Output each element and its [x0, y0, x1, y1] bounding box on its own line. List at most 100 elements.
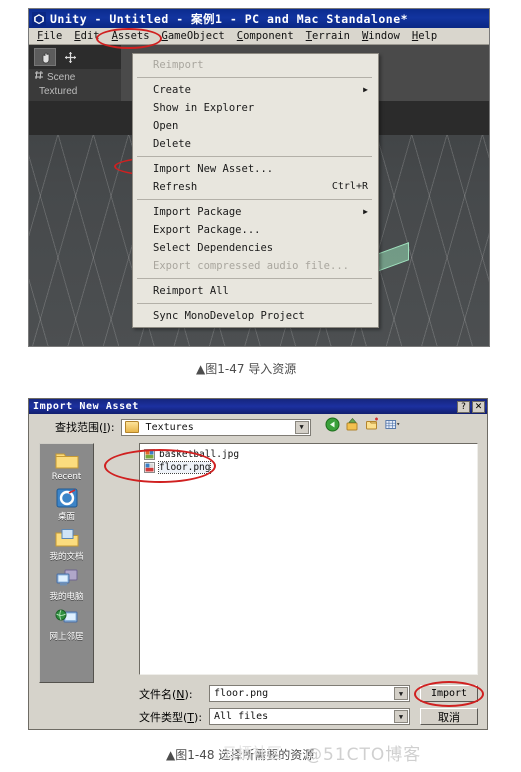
menu-item-reimport-all[interactable]: Reimport All — [133, 282, 378, 300]
import-button[interactable]: Import — [420, 685, 478, 702]
file-type-label: 文件类型(T): — [139, 710, 203, 724]
place-label: 我的电脑 — [49, 592, 84, 602]
menu-window[interactable]: Window — [362, 30, 400, 42]
hand-tool-icon[interactable] — [34, 48, 56, 66]
menu-separator — [137, 278, 372, 279]
menu-gameobject[interactable]: GameObject — [162, 30, 225, 42]
scene-tab-bar: Scene Textured — [29, 69, 121, 101]
back-icon[interactable] — [325, 417, 340, 432]
menu-item-import-new-asset[interactable]: Import New Asset... — [133, 160, 378, 178]
menu-item-label: Delete — [153, 138, 191, 150]
chevron-down-icon[interactable]: ▼ — [394, 687, 408, 700]
menu-assets-label: ssets — [117, 30, 150, 42]
menu-item-label: Reimport — [153, 59, 204, 71]
file-name-label: 文件名(N): — [139, 687, 193, 701]
menu-item-reimport: Reimport — [133, 56, 378, 74]
scene-tool-toolbar — [29, 45, 121, 69]
place-label: 桌面 — [57, 512, 75, 522]
place-item-network-places[interactable]: 网上邻居 — [40, 606, 93, 642]
list-item[interactable]: floor.png — [144, 461, 477, 474]
menu-file-label: ile — [43, 30, 63, 42]
menu-item-label: Open — [153, 120, 179, 132]
file-list[interactable]: basketball.jpg floor.png — [139, 443, 478, 675]
menu-item-label: Show in Explorer — [153, 102, 255, 114]
place-item-my-documents[interactable]: 我的文档 — [40, 526, 93, 562]
dialog-title: Import New Asset — [33, 401, 139, 412]
unity-title-bar: Unity - Untitled - 案例1 - PC and Mac Stan… — [29, 9, 489, 28]
file-name-value: floor.png — [214, 688, 269, 699]
look-in-row: 查找范围(I): Textures ▼ — [29, 414, 487, 440]
menu-item-label: Export compressed audio file... — [153, 260, 349, 272]
menu-item-export-package[interactable]: Export Package... — [133, 221, 378, 239]
assets-dropdown-menu[interactable]: Reimport Create ▶ Show in Explorer Open Delet… — [132, 53, 379, 328]
unity-logo-icon — [32, 11, 46, 26]
menu-separator — [137, 303, 372, 304]
file-name: floor.png — [157, 461, 212, 474]
menu-item-open[interactable]: Open — [133, 117, 378, 135]
png-file-icon — [144, 462, 155, 473]
network-places-icon — [54, 606, 80, 630]
watermark-left: 云栖社区 — [222, 744, 283, 762]
move-tool-icon[interactable] — [59, 48, 81, 66]
submenu-arrow-icon: ▶ — [363, 85, 368, 94]
menu-item-label: Select Dependencies — [153, 242, 274, 254]
menu-edit-label: dit — [80, 30, 100, 42]
place-label: 我的文档 — [49, 552, 84, 562]
dialog-title-bar: Import New Asset ? ✕ — [29, 399, 487, 414]
menu-item-label: Refresh — [153, 181, 198, 193]
menu-item-create[interactable]: Create ▶ — [133, 81, 378, 99]
look-in-combobox[interactable]: Textures ▼ — [120, 418, 311, 436]
menu-item-label: Sync MonoDevelop Project — [153, 310, 305, 322]
menu-help[interactable]: Help — [412, 30, 437, 42]
file-type-value: All files — [214, 711, 269, 722]
menu-item-refresh[interactable]: Refresh Ctrl+R — [133, 178, 378, 196]
look-in-value: Textures — [145, 421, 194, 433]
menu-item-label: Reimport All — [153, 285, 229, 297]
menu-item-label: Export Package... — [153, 224, 261, 236]
place-item-desktop[interactable]: 桌面 — [40, 486, 93, 522]
menu-item-select-dependencies[interactable]: Select Dependencies — [133, 239, 378, 257]
look-in-label: 查找范围(I): — [55, 421, 115, 434]
chevron-down-icon[interactable]: ▼ — [294, 420, 309, 434]
recent-folder-icon — [54, 448, 80, 472]
desktop-icon — [54, 486, 80, 510]
menu-window-label: indow — [368, 30, 400, 42]
jpg-file-icon — [144, 449, 155, 460]
place-label: Recent — [51, 472, 82, 482]
unity-editor-window: Unity - Untitled - 案例1 - PC and Mac Stan… — [28, 8, 490, 347]
up-one-level-icon[interactable] — [345, 417, 360, 432]
folder-icon — [124, 421, 139, 433]
menu-file[interactable]: File — [37, 30, 62, 42]
menu-gameobject-label: ameObject — [167, 30, 225, 42]
shading-mode-label[interactable]: Textured — [39, 85, 77, 99]
file-type-combobox[interactable]: All files ▼ — [209, 708, 410, 725]
file-name: basketball.jpg — [159, 449, 240, 460]
menu-item-show-in-explorer[interactable]: Show in Explorer — [133, 99, 378, 117]
place-item-my-computer[interactable]: 我的电脑 — [40, 566, 93, 602]
menu-item-sync-monodevelop-project[interactable]: Sync MonoDevelop Project — [133, 307, 378, 325]
menu-component-label: omponent — [243, 30, 294, 42]
close-icon[interactable]: ✕ — [472, 400, 485, 413]
submenu-arrow-icon: ▶ — [363, 207, 368, 216]
chevron-down-icon[interactable]: ▼ — [394, 710, 408, 723]
menu-assets[interactable]: Assets — [112, 30, 150, 42]
menu-item-import-package[interactable]: Import Package ▶ — [133, 203, 378, 221]
scene-tab-label[interactable]: Scene — [47, 71, 75, 85]
menu-item-delete[interactable]: Delete — [133, 135, 378, 153]
places-sidebar: Recent 桌面 我的文档 我的电脑 网上邻居 — [39, 443, 94, 683]
menu-terrain[interactable]: Terrain — [306, 30, 350, 42]
menu-edit[interactable]: Edit — [74, 30, 99, 42]
unity-menu-bar: File Edit Assets GameObject Component Te… — [29, 28, 489, 45]
list-item[interactable]: basketball.jpg — [144, 448, 477, 461]
menu-component[interactable]: Component — [237, 30, 294, 42]
views-icon[interactable] — [385, 417, 400, 432]
dialog-toolbar — [325, 417, 400, 432]
place-item-recent[interactable]: Recent — [40, 448, 93, 482]
menu-item-label: Create — [153, 84, 191, 96]
help-button[interactable]: ? — [457, 400, 470, 413]
file-name-input[interactable]: floor.png ▼ — [209, 685, 410, 702]
cancel-button[interactable]: 取消 — [420, 708, 478, 725]
dialog-bottom-fields: 文件名(N): floor.png ▼ Import 文件类型(T): All … — [139, 684, 478, 729]
menu-terrain-label: errain — [312, 30, 350, 42]
new-folder-icon[interactable] — [365, 417, 380, 432]
